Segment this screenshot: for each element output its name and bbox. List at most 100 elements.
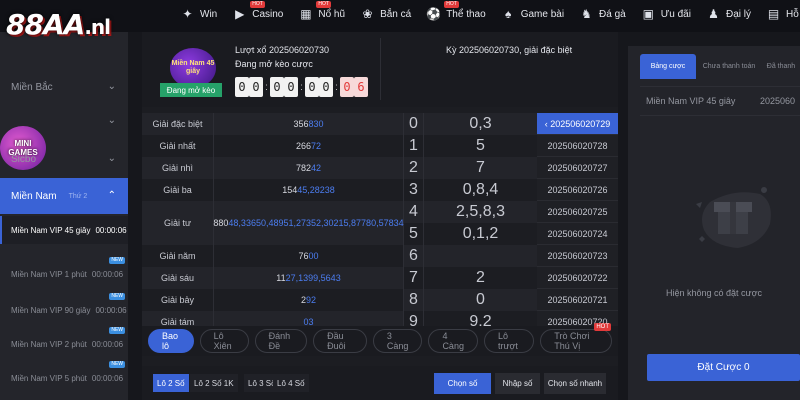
sidebar-item-hint: Thứ 2 [68, 192, 88, 200]
nav-item-label: Thể thao [446, 8, 486, 20]
prize-name: Giải nhì [142, 157, 214, 179]
prize-value: 2 92 [214, 289, 404, 311]
logo-suffix: .nl [84, 15, 111, 39]
history-period[interactable]: 202506020723 [537, 245, 618, 267]
timer-digit: 0 [270, 77, 284, 97]
input-mode-button[interactable]: Chọn số [434, 373, 491, 394]
logo-text: 88AA.nl [6, 8, 111, 41]
number-type-option[interactable]: Lô 2 Số [153, 374, 189, 392]
history-period[interactable]: 202506020728 [537, 135, 618, 157]
empty-box-icon [696, 187, 771, 248]
open-badge-label: Đang mở kèo [166, 85, 216, 95]
input-mode-button[interactable]: Nhập số [495, 373, 540, 394]
prize-value-highlight: 27,1399,5643 [285, 273, 341, 283]
support-icon: ▤ [767, 7, 780, 21]
prize-value-highlight: 00 [308, 251, 319, 261]
tail-digits: 7 [424, 157, 537, 179]
subitem-time: 00:00:06 [91, 269, 124, 279]
tab-chua-thanh-toan[interactable]: Chưa thanh toán [698, 54, 760, 79]
subitem-label: Miền Nam VIP 5 phút [11, 373, 87, 383]
slot-machine-icon: ▦ [300, 7, 312, 21]
nav-item-rooster[interactable]: ♞ Đá gà [579, 7, 626, 21]
tab-bet-type[interactable]: Đầu Đuôi [313, 329, 367, 353]
sidebar-subitem[interactable]: Miền Nam VIP 90 giây 00:00:06 NEW [0, 293, 128, 324]
history-period[interactable]: 202506020725 [537, 201, 618, 223]
tab-bet-type[interactable]: Trò Chơi Thú Vị HOT [540, 323, 612, 353]
sidebar-item-mien-bac[interactable]: Miền Bắc ⌄ [0, 72, 128, 102]
tab-label: Đầu Đuôi [327, 331, 346, 351]
timer-digit: 0 [340, 77, 354, 97]
nav-item-slot[interactable]: ✦ Win [180, 7, 217, 21]
bet-slip-panel: Bảng cược Chưa thanh toán Đã thanh Miền … [628, 46, 800, 400]
tab-label: Lô Xiên [213, 331, 232, 351]
tab-label: Đã thanh [766, 63, 796, 70]
nav-item-gift[interactable]: ▣ Ưu đãi [641, 7, 691, 21]
head-digit: 4 [404, 201, 424, 223]
tab-da-thanh[interactable]: Đã thanh [762, 54, 800, 79]
history-period[interactable]: 202506020721 [537, 289, 618, 311]
prize-name: Giải sáu [142, 267, 214, 289]
nav-item-label: Đại lý [725, 8, 751, 20]
chevron-down-icon: ⌄ [107, 81, 116, 92]
subitem-time: 00:00:06 [95, 225, 127, 235]
history-period[interactable]: 202506020727 [537, 157, 618, 179]
prize-name: Giải ba [142, 179, 214, 201]
sidebar: Miền Bắc ⌄ ⌄ MINI GAMES Sicbo ⌄ Miền Nam Th… [0, 32, 128, 400]
nav-item-label: Nổ hũ [318, 8, 346, 20]
tab-label: Lô trượt [497, 331, 518, 351]
number-type-option[interactable]: Lô 2 Số 1K [190, 374, 238, 392]
place-bet-button[interactable]: Đặt Cược 0 [647, 354, 800, 381]
nav-items: ✦ Win ▶ Casino HOT ▦ Nổ hũ HOT ❀ Bắn cá ⚽ Thể thao H… [180, 0, 800, 28]
tab-bet-type[interactable]: 3 Càng [372, 329, 423, 353]
head-digit: 6 [404, 245, 424, 267]
result-table: Giải đặc biệt 356 830 Giải nhất 266 72 Giải nh… [142, 113, 618, 353]
nav-item-sports[interactable]: ⚽ Thể thao HOT [426, 1, 486, 21]
prize-value-plain: 266 [295, 141, 311, 151]
history-period[interactable]: 202506020726 [537, 179, 618, 201]
tab-bet-type[interactable]: 4 Càng [428, 329, 478, 353]
prize-name: Giải đặc biệt [142, 113, 214, 135]
nav-item-fish[interactable]: ❀ Bắn cá [360, 7, 412, 21]
sidebar-subitem[interactable]: Miền Nam VIP 45 giây 00:00:06 [0, 216, 128, 244]
slip-game-row[interactable]: Miền Nam VIP 45 giây 2025060 [640, 86, 800, 116]
nav-item-label: Win [200, 8, 218, 20]
bet-sub-options: Lô 2 Số Lô 2 Số 1K Lô 3 Số Lô 4 Số Chọn số Nh… [142, 366, 618, 400]
sidebar-item-sicbo[interactable]: Sicbo ⌄ [0, 144, 128, 174]
tab-bet-type[interactable]: Lô Xiên [199, 329, 249, 353]
subitem-time: 00:00:06 [91, 339, 124, 349]
history-period[interactable]: 202506020724 [537, 223, 618, 245]
subitem-time: 00:00:06 [95, 305, 127, 315]
subitem-label: Miền Nam VIP 90 giây [11, 305, 91, 315]
input-mode-button[interactable]: Chọn số nhanh [544, 373, 606, 394]
prize-value-highlight: 92 [306, 295, 317, 305]
sidebar-subitem[interactable]: Miền Nam VIP 1 phút 00:00:06 NEW [0, 257, 128, 288]
number-type-option[interactable]: Lô 4 Số [273, 374, 309, 392]
history-period[interactable]: ‹ 202506020729 [537, 113, 618, 135]
sidebar-subitem[interactable]: Miền Nam VIP 2 phút 00:00:06 NEW [0, 327, 128, 358]
history-period[interactable]: 202506020722 [537, 267, 618, 289]
prize-value: 880 48,33650,48951,27352,30215,87780,5783… [213, 201, 404, 245]
head-digit: 0 [404, 113, 424, 135]
tab-bang-cuoc[interactable]: Bảng cược [640, 54, 696, 79]
sidebar-subitem[interactable]: Miền Nam VIP 5 phút 00:00:06 NEW [0, 361, 128, 392]
new-badge: NEW [109, 327, 125, 334]
subitem-label: Miền Nam VIP 2 phút [11, 339, 87, 349]
sidebar-item-mien-nam[interactable]: Miền Nam Thứ 2 ⌃ [0, 178, 128, 214]
nav-item-label: Casino [252, 8, 284, 20]
tab-bet-type[interactable]: Bao lô [148, 329, 194, 353]
nav-item-slot-machine[interactable]: ▦ Nổ hũ HOT [298, 1, 346, 21]
head-digit: 2 [404, 157, 424, 179]
sidebar-item-label: Miền Nam [11, 190, 57, 202]
logo[interactable]: 88AA.nl [0, 0, 178, 50]
tab-bet-type[interactable]: Lô trượt [483, 329, 535, 353]
game-badge-text: Miền Nam 45 giây [171, 60, 215, 75]
nav-item-play[interactable]: ▶ Casino HOT [232, 1, 284, 21]
nav-item-support[interactable]: ▤ Hỗ trợ [766, 7, 800, 21]
tab-bet-type[interactable]: Đánh Đề [254, 329, 308, 353]
prize-value: 11 27,1399,5643 [214, 267, 404, 289]
nav-item-label: Bắn cá [380, 8, 412, 20]
nav-item-cards[interactable]: ♠ Game bài [501, 7, 564, 21]
bet-type-tabs: Bao lô Lô Xiên Đánh Đề Đầu Đuôi 3 Càng 4 Càng… [142, 323, 618, 356]
timer-digit: 0 [305, 77, 319, 97]
nav-item-agent[interactable]: ♟ Đại lý [706, 7, 751, 21]
